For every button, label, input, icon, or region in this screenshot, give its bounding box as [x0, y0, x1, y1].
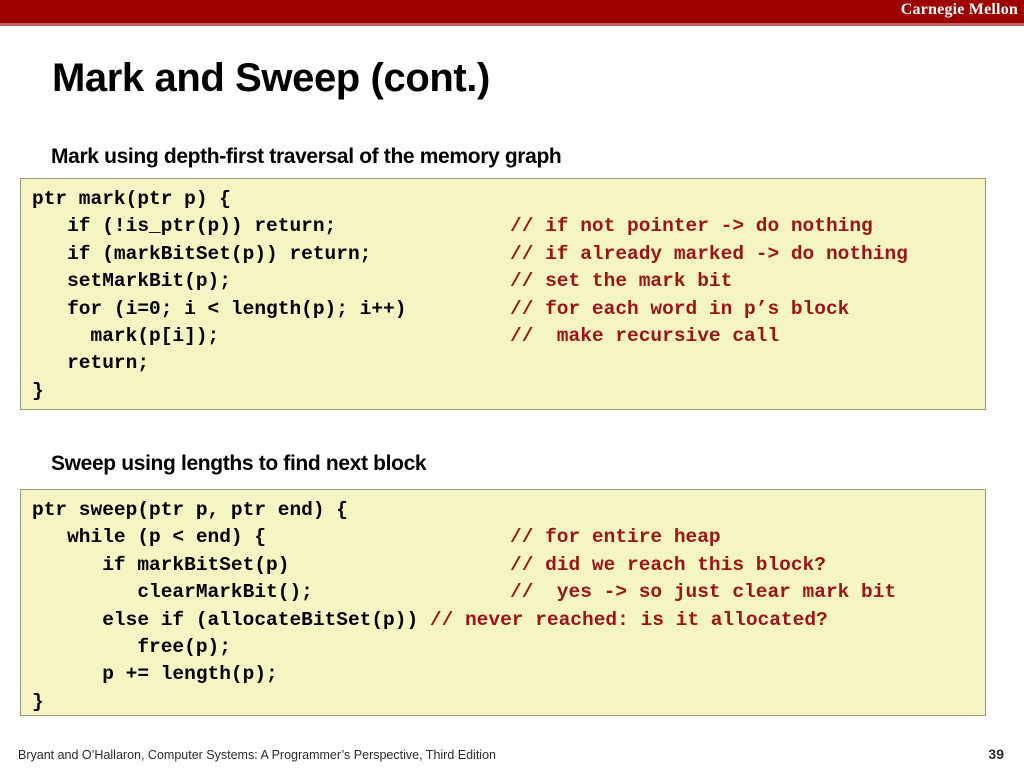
- code-comment: // yes -> so just clear mark bit: [510, 581, 897, 604]
- code-comment: // if already marked -> do nothing: [510, 242, 908, 265]
- code-comment: // never reached: is it allocated?: [429, 608, 828, 631]
- code-text: for (i=0; i < length(p); i++): [32, 297, 407, 320]
- page-title: Mark and Sweep (cont.): [52, 56, 490, 100]
- code-line: ptr sweep(ptr p, ptr end) {: [32, 497, 985, 524]
- code-text: mark(p[i]);: [32, 324, 220, 347]
- code-line: while (p < end) { // for entire heap: [32, 524, 985, 551]
- code-line: mark(p[i]); // make recursive call: [32, 323, 985, 350]
- code-text: ptr mark(ptr p) {: [32, 188, 231, 210]
- code-block-sweep: ptr sweep(ptr p, ptr end) { while (p < e…: [20, 489, 986, 716]
- code-line: for (i=0; i < length(p); i++) // for each…: [32, 296, 985, 323]
- footer-attribution: Bryant and O’Hallaron, Computer Systems:…: [18, 748, 496, 762]
- code-block-mark: ptr mark(ptr p) { if (!is_ptr(p)) return…: [20, 178, 986, 410]
- code-text: else if (allocateBitSet(p)): [32, 608, 430, 631]
- code-line: }: [32, 689, 985, 715]
- code-line: ptr mark(ptr p) {: [32, 186, 985, 213]
- code-line: setMarkBit(p); // set the mark bit: [32, 268, 985, 295]
- code-text: free(p);: [32, 635, 231, 658]
- footer-page-number: 39: [988, 746, 1004, 762]
- code-text: if (markBitSet(p)) return;: [32, 242, 372, 265]
- code-line: free(p);: [32, 634, 985, 661]
- code-comment: // set the mark bit: [510, 270, 733, 293]
- code-line: }: [32, 378, 985, 405]
- code-text: if markBitSet(p): [32, 553, 290, 576]
- code-line: clearMarkBit(); // yes -> so just clear m…: [32, 579, 985, 606]
- code-comment: // make recursive call: [510, 324, 780, 347]
- code-lines-sweep: ptr sweep(ptr p, ptr end) { while (p < e…: [21, 490, 985, 715]
- code-line: if (!is_ptr(p)) return; // if not pointer…: [32, 213, 985, 240]
- code-line: p += length(p);: [32, 661, 985, 688]
- code-text: while (p < end) {: [32, 526, 267, 549]
- code-text: p += length(p);: [32, 663, 278, 686]
- code-text: if (!is_ptr(p)) return;: [32, 215, 337, 238]
- code-line: if (markBitSet(p)) return; // if already …: [32, 241, 985, 268]
- section-heading-sweep: Sweep using lengths to find next block: [51, 452, 427, 475]
- code-text: return;: [32, 352, 150, 375]
- code-text: }: [32, 379, 44, 402]
- section-heading-mark: Mark using depth-first traversal of the …: [51, 145, 562, 168]
- code-text: setMarkBit(p);: [32, 270, 231, 293]
- brand-carnegie-mellon: Carnegie Mellon: [900, 1, 1018, 18]
- code-line: else if (allocateBitSet(p)) // never rea…: [32, 607, 985, 634]
- header-banner-underline: [0, 23, 1024, 26]
- code-text: ptr sweep(ptr p, ptr end) {: [32, 499, 348, 521]
- code-comment: // did we reach this block?: [510, 553, 826, 576]
- code-comment: // if not pointer -> do nothing: [510, 215, 873, 238]
- code-text: clearMarkBit();: [32, 581, 313, 604]
- code-line: return;: [32, 350, 985, 377]
- code-text: }: [32, 690, 44, 713]
- code-comment: // for each word in p’s block: [510, 297, 850, 320]
- code-line: if markBitSet(p) // did we reach this blo…: [32, 552, 985, 579]
- code-comment: // for entire heap: [510, 526, 721, 549]
- header-banner: [0, 0, 1024, 23]
- code-lines-mark: ptr mark(ptr p) { if (!is_ptr(p)) return…: [21, 179, 985, 405]
